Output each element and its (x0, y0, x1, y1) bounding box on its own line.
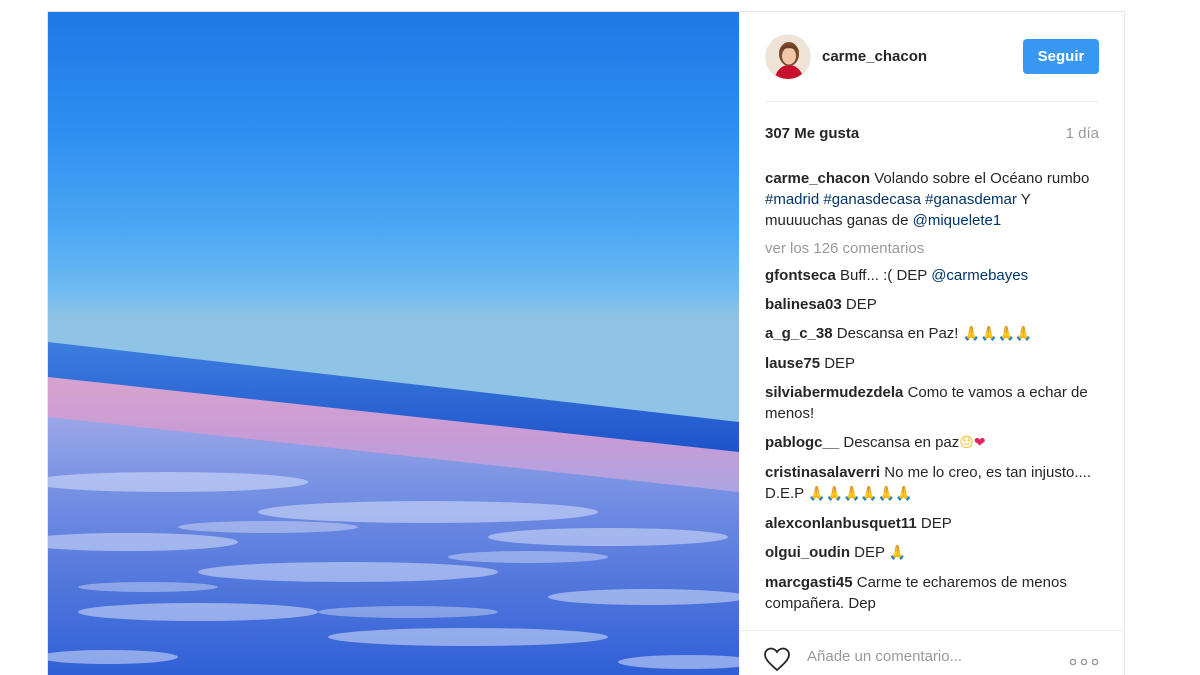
red-heart-emoji: ❤ (973, 435, 986, 451)
caption-username[interactable]: carme_chacon (765, 170, 870, 187)
post-author-username[interactable]: carme_chacon (822, 48, 927, 65)
comment-username[interactable]: gfontseca (765, 267, 836, 284)
add-comment-input[interactable] (807, 644, 1057, 668)
comment-text: DEP (824, 355, 856, 372)
likes-count[interactable]: 307 Me gusta (765, 125, 859, 142)
comment-username[interactable]: olgui_oudin (765, 544, 850, 561)
header-divider (765, 101, 1099, 102)
comment-item: gfontseca Buff... :( DEP @carmebayes (765, 265, 1099, 286)
comment-item: alexconlanbusquet11 DEP (765, 513, 1099, 534)
comment-item: pablogc__ Descansa en paz😓❤ (765, 432, 1099, 454)
comment-text: DEP (854, 544, 889, 561)
post-footer (739, 630, 1124, 675)
more-options-icon[interactable] (1069, 658, 1099, 666)
comment-text: DEP (845, 296, 877, 313)
comment-username[interactable]: a_g_c_38 (765, 325, 833, 342)
comment-item: olgui_oudin DEP 🙏 (765, 542, 1099, 564)
comment-item: lause75 DEP (765, 353, 1099, 374)
caption: carme_chacon Volando sobre el Océano rum… (765, 168, 1099, 231)
hashtag-link[interactable]: #madrid (765, 191, 819, 208)
post-time-ago[interactable]: 1 día (1066, 125, 1099, 142)
sweat-face-emoji: 😓 (959, 435, 974, 451)
comment-text: Descansa en paz (843, 434, 960, 451)
post-frame: carme_chacon Seguir 307 Me gusta 1 día c… (47, 11, 1125, 675)
comments-list: carme_chacon Volando sobre el Océano rum… (765, 168, 1099, 622)
caption-text: Volando sobre el Océano rumbo (870, 170, 1090, 187)
comment-username[interactable]: alexconlanbusquet11 (765, 515, 917, 532)
avatar[interactable] (765, 34, 811, 80)
praying-hands-emoji: 🙏🙏🙏🙏 (962, 326, 1033, 342)
comment-username[interactable]: silviabermudezdela (765, 384, 903, 401)
praying-hands-emoji: 🙏🙏🙏🙏🙏🙏 (808, 486, 913, 502)
comment-item: balinesa03 DEP (765, 294, 1099, 315)
likes-row: 307 Me gusta 1 día (765, 125, 1099, 145)
follow-button[interactable]: Seguir (1023, 39, 1099, 74)
heart-icon[interactable] (763, 646, 791, 672)
comment-username[interactable]: balinesa03 (765, 296, 842, 313)
comment-text: DEP (920, 515, 952, 532)
comment-item: silviabermudezdela Como te vamos a echar… (765, 382, 1099, 424)
post-header: carme_chacon Seguir (765, 34, 1099, 80)
mention-link[interactable]: @miquelete1 (913, 212, 1002, 229)
comment-text: Buff... :( DEP (840, 267, 932, 284)
post-side-panel: carme_chacon Seguir 307 Me gusta 1 día c… (739, 12, 1124, 675)
comment-item: marcgasti45 Carme te echaremos de menos … (765, 572, 1099, 614)
comment-username[interactable]: pablogc__ (765, 434, 839, 451)
hashtag-link[interactable]: #ganasdecasa (823, 191, 921, 208)
hashtag-link[interactable]: #ganasdemar (925, 191, 1017, 208)
comment-username[interactable]: marcgasti45 (765, 574, 853, 591)
avatar-image (766, 35, 810, 79)
sky-over-ocean-image (48, 342, 739, 675)
post-photo[interactable] (48, 12, 739, 675)
comment-username[interactable]: lause75 (765, 355, 820, 372)
comment-username[interactable]: cristinasalaverri (765, 464, 880, 481)
comment-item: a_g_c_38 Descansa en Paz! 🙏🙏🙏🙏 (765, 323, 1099, 345)
mention-link[interactable]: @carmebayes (931, 267, 1028, 284)
view-all-comments-link[interactable]: ver los 126 comentarios (765, 238, 1099, 259)
comment-item: cristinasalaverri No me lo creo, es tan … (765, 462, 1099, 505)
comments-fade (739, 610, 1124, 630)
comment-text: Descansa en Paz! (836, 325, 963, 342)
praying-hands-emoji: 🙏 (888, 545, 907, 561)
